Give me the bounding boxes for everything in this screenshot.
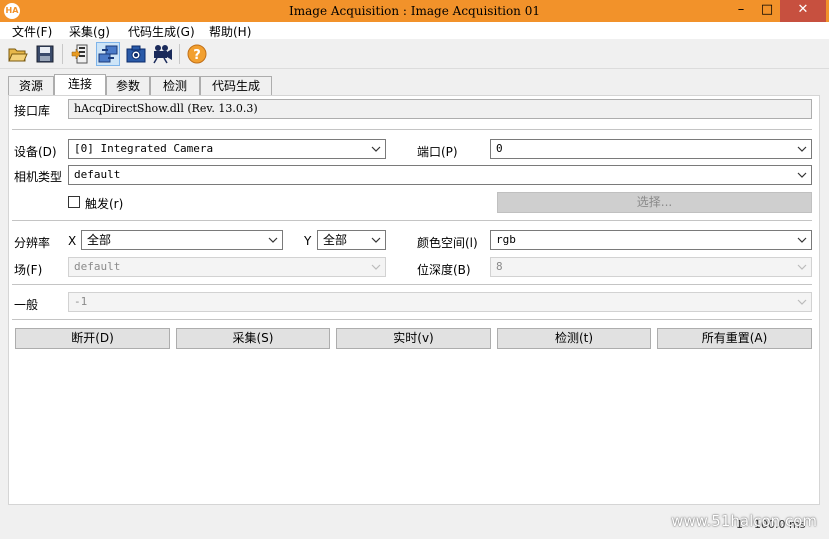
resolution-x-value: 全部 — [87, 233, 112, 247]
detect-button[interactable]: 检测(t) — [497, 328, 651, 349]
chevron-down-icon — [371, 146, 381, 152]
device-value: [0] Integrated Camera — [74, 142, 214, 155]
window-title: Image Acquisition : Image Acquisition 01 — [289, 4, 540, 18]
device-select[interactable]: [0] Integrated Camera — [68, 139, 386, 159]
resolution-x-select[interactable]: 全部 — [81, 230, 283, 250]
tab-resources[interactable]: 资源 — [8, 76, 54, 96]
menu-codegen[interactable]: 代码生成(G) — [128, 23, 195, 40]
live-video-icon[interactable] — [151, 42, 175, 66]
chevron-down-icon — [371, 237, 381, 243]
chevron-down-icon — [371, 264, 381, 270]
divider — [12, 129, 812, 130]
chevron-down-icon — [797, 299, 807, 305]
camera-type-label: 相机类型 — [14, 170, 63, 184]
tab-connection[interactable]: 连接 — [54, 74, 106, 96]
camera-type-select[interactable]: default — [68, 165, 812, 185]
port-select[interactable]: 0 — [490, 139, 812, 159]
bit-depth-label: 位深度(B) — [417, 263, 471, 277]
device-label: 设备(D) — [14, 145, 57, 159]
port-label: 端口(P) — [417, 145, 458, 159]
bit-depth-value: 8 — [496, 260, 503, 273]
snap-camera-icon[interactable] — [124, 42, 148, 66]
help-icon[interactable]: ? — [185, 42, 209, 66]
save-disk-icon[interactable] — [33, 42, 57, 66]
divider — [12, 220, 812, 221]
port-value: 0 — [496, 142, 503, 155]
chevron-down-icon — [797, 146, 807, 152]
svg-text:?: ? — [193, 48, 201, 63]
connect-icon[interactable] — [96, 42, 120, 66]
chevron-down-icon — [268, 237, 278, 243]
title-bar: HA Image Acquisition : Image Acquisition… — [0, 0, 829, 22]
reset-all-button[interactable]: 所有重置(A) — [657, 328, 812, 349]
snap-button[interactable]: 采集(S) — [176, 328, 330, 349]
field-value: default — [74, 260, 121, 273]
resolution-y-select[interactable]: 全部 — [317, 230, 386, 250]
general-label: 一般 — [14, 298, 39, 312]
field-label: 场(F) — [14, 263, 43, 277]
trigger-label: 触发(r) — [85, 197, 124, 211]
code-insert-icon[interactable] — [68, 42, 92, 66]
divider — [12, 284, 812, 285]
menu-file[interactable]: 文件(F) — [12, 23, 52, 40]
tab-codegen[interactable]: 代码生成 — [200, 76, 272, 96]
general-value: -1 — [74, 295, 88, 308]
minimize-button[interactable]: – — [728, 0, 754, 22]
camera-type-value: default — [74, 168, 121, 181]
color-space-select[interactable]: rgb — [490, 230, 812, 250]
resolution-label: 分辨率 — [14, 236, 51, 250]
toolbar-separator — [62, 44, 63, 64]
maximize-button[interactable]: □ — [754, 0, 780, 22]
menu-bar: 文件(F) 采集(g) 代码生成(G) 帮助(H) — [0, 22, 829, 39]
divider — [12, 319, 812, 320]
y-label: Y — [304, 234, 312, 248]
chevron-down-icon — [797, 264, 807, 270]
open-folder-icon[interactable] — [6, 42, 30, 66]
menu-acquire[interactable]: 采集(g) — [69, 23, 110, 40]
tab-parameters[interactable]: 参数 — [106, 76, 150, 96]
color-space-value: rgb — [496, 233, 516, 246]
field-select[interactable]: default — [68, 257, 386, 277]
trigger-checkbox[interactable] — [68, 196, 80, 208]
toolbar: ? — [0, 39, 829, 69]
live-button[interactable]: 实时(v) — [336, 328, 491, 349]
chevron-down-icon — [797, 172, 807, 178]
resolution-y-value: 全部 — [323, 233, 348, 247]
menu-help[interactable]: 帮助(H) — [209, 23, 251, 40]
close-button[interactable]: ✕ — [780, 0, 826, 22]
disconnect-button[interactable]: 断开(D) — [15, 328, 170, 349]
interface-label: 接口库 — [14, 104, 51, 118]
x-label: X — [68, 234, 77, 248]
toolbar-separator — [179, 44, 180, 64]
bit-depth-select[interactable]: 8 — [490, 257, 812, 277]
general-select[interactable]: -1 — [68, 292, 812, 312]
chevron-down-icon — [797, 237, 807, 243]
watermark: www.51halcon.com — [671, 512, 817, 530]
interface-field: hAcqDirectShow.dll (Rev. 13.0.3) — [68, 99, 812, 119]
color-space-label: 颜色空间(l) — [417, 236, 478, 250]
select-button[interactable]: 选择... — [497, 192, 812, 213]
tab-inspect[interactable]: 检测 — [150, 76, 200, 96]
